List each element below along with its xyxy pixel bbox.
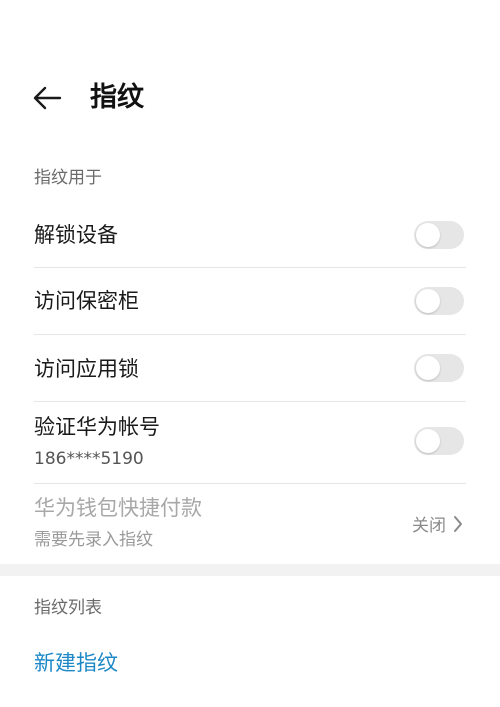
app-lock-toggle[interactable] [414,354,464,382]
section-label-usage: 指纹用于 [34,168,102,188]
toggle-knob [416,289,440,313]
row-wallet-payment: 华为钱包快捷付款 需要先录入指纹 关闭 [0,484,500,564]
toggle-knob [416,223,440,247]
row-title: 访问应用锁 [34,357,139,381]
huawei-account-toggle[interactable] [414,427,464,455]
toggle-knob [416,429,440,453]
header: 指纹 [0,70,500,126]
new-fingerprint-button[interactable]: 新建指纹 [34,648,118,678]
arrow-left-icon [33,86,62,110]
toggle-knob [416,356,440,380]
chevron-right-icon [454,515,462,532]
back-button[interactable] [30,82,66,114]
row-title: 解锁设备 [34,223,118,247]
row-title: 验证华为帐号 [34,415,160,439]
row-subtitle: 需要先录入指纹 [34,530,153,550]
page-title: 指纹 [90,82,144,113]
unlock-device-toggle[interactable] [414,221,464,249]
section-label-list: 指纹列表 [34,598,102,618]
wallet-payment-status: 关闭 [412,511,464,536]
row-safe-access[interactable]: 访问保密柜 [0,268,500,335]
row-title: 访问保密柜 [34,289,139,313]
row-unlock-device[interactable]: 解锁设备 [0,202,500,268]
safe-access-toggle[interactable] [414,287,464,315]
status-text: 关闭 [412,516,446,536]
row-app-lock[interactable]: 访问应用锁 [0,335,500,402]
section-separator [0,564,500,576]
row-title: 华为钱包快捷付款 [34,496,202,520]
account-number: 186****5190 [34,449,144,469]
row-huawei-account[interactable]: 验证华为帐号 186****5190 [0,402,500,484]
